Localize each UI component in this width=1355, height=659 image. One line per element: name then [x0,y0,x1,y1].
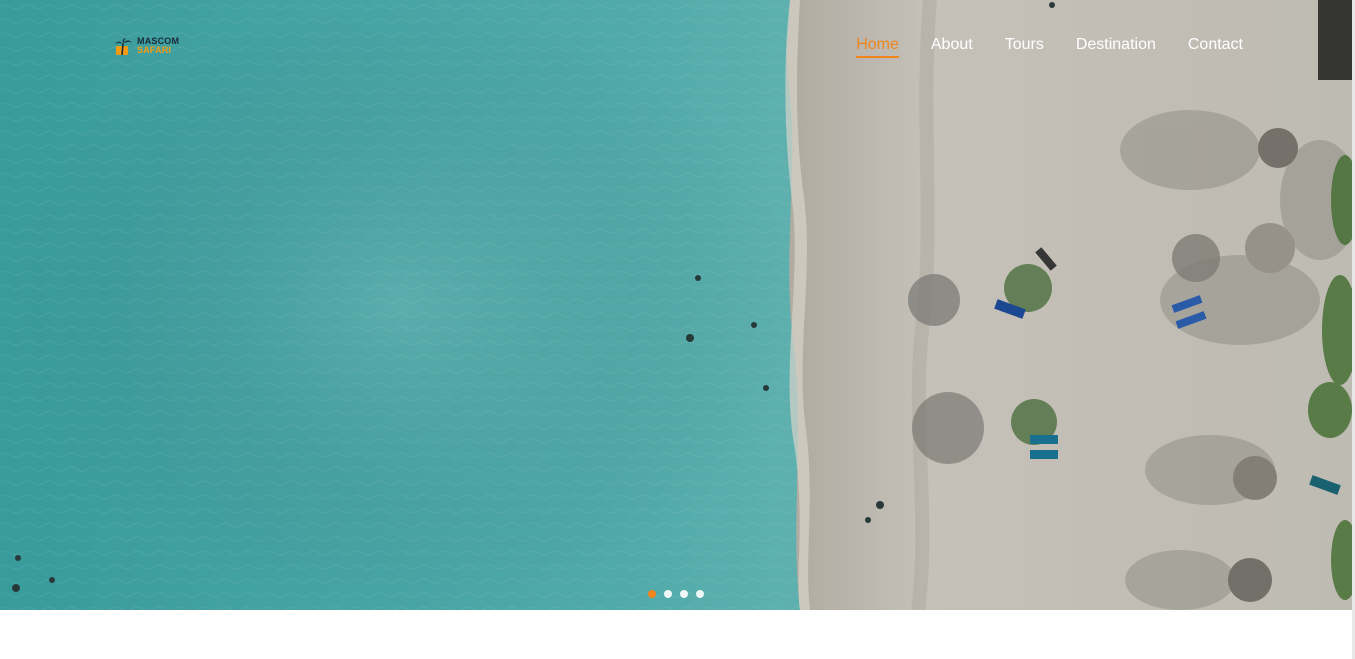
slider-dot-3[interactable] [680,590,688,598]
slider-dot-4[interactable] [696,590,704,598]
nav-contact[interactable]: Contact [1188,36,1243,57]
slider-dot-1[interactable] [648,590,656,598]
palm-tree-icon [115,38,132,56]
nav-about[interactable]: About [931,36,973,57]
main-nav: Home About Tours Destination Contact [856,36,1243,58]
nav-home[interactable]: Home [856,36,899,58]
hero-slider: MASCOM SAFARI Home About Tours Destinati… [0,0,1352,610]
nav-tours[interactable]: Tours [1005,36,1044,57]
slider-dot-2[interactable] [664,590,672,598]
brand-logo[interactable]: MASCOM SAFARI [114,34,186,58]
brand-name: MASCOM SAFARI [137,37,179,55]
hero-image [0,0,1352,610]
brand-line2: SAFARI [137,45,172,55]
slider-pagination [648,590,704,598]
page: MASCOM SAFARI Home About Tours Destinati… [0,0,1355,659]
nav-destination[interactable]: Destination [1076,36,1156,57]
